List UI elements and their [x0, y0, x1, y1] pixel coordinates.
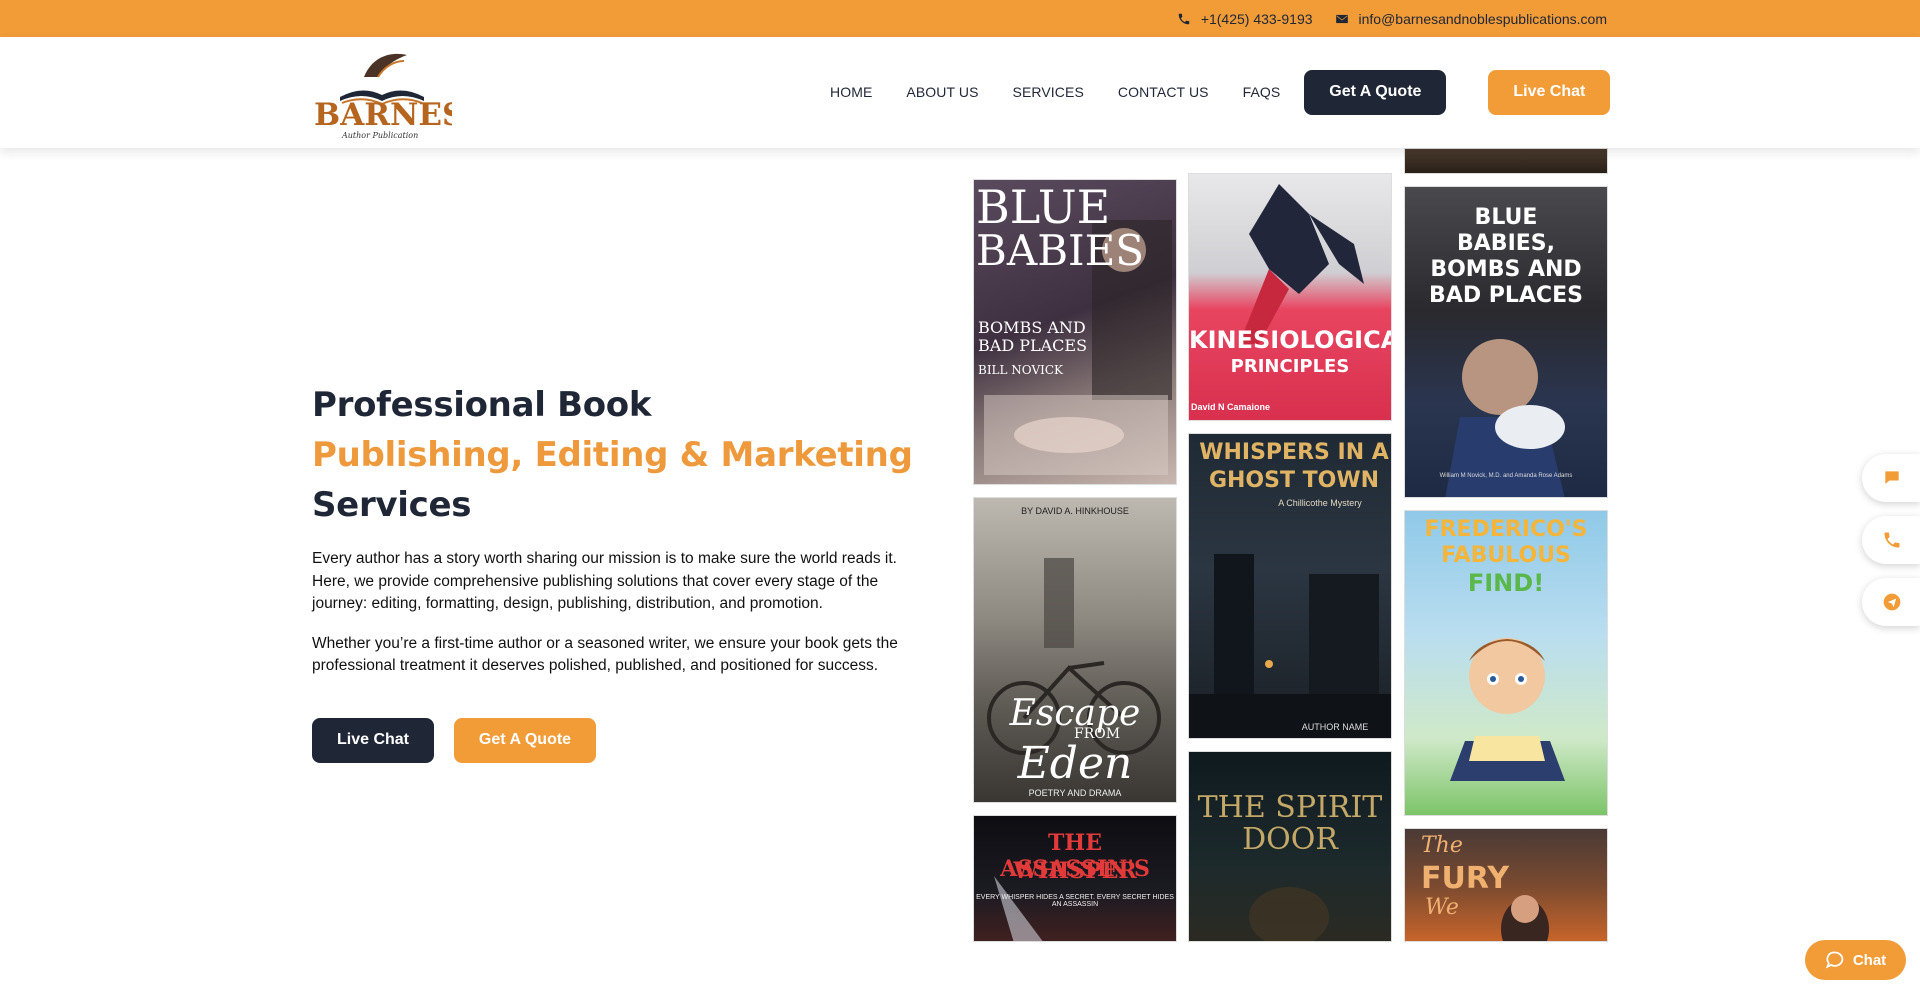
phone-number: +1(425) 433-9193 [1200, 10, 1313, 27]
book-cover-whispers-in-a-ghost-town[interactable]: WHISPERS IN A GHOST TOWN A Chillicothe M… [1188, 433, 1392, 739]
nav-services[interactable]: SERVICES [1013, 84, 1084, 100]
book-cover-assassins-whisper[interactable]: THE ASSASSIN'S WHISPER EVERY WHISPER HID… [973, 815, 1177, 942]
nav-about-us[interactable]: ABOUT US [906, 84, 978, 100]
main-navigation: HOME ABOUT US SERVICES CONTACT US FAQS G… [830, 69, 1611, 115]
book-cover-the-spirit-door[interactable]: THE SPIRIT DOOR [1188, 751, 1392, 942]
nav-home[interactable]: HOME [830, 84, 872, 100]
topbar-email[interactable]: info@barnesandnoblespublications.com [1335, 11, 1607, 27]
envelope-icon [1335, 14, 1348, 23]
floating-contact-widgets [1862, 454, 1920, 640]
nav-faqs[interactable]: FAQS [1243, 84, 1281, 100]
hero-section: Professional Book Publishing, Editing & … [312, 380, 932, 763]
chat-bubble-icon [1825, 951, 1844, 969]
svg-text:Author Publication: Author Publication [341, 131, 418, 140]
cover-art [1239, 184, 1364, 344]
hero-paragraph-1: Every author has a story worth sharing o… [312, 550, 897, 612]
book-cover-fredericos-fabulous-find[interactable]: FREDERICO'S FABULOUS FIND! [1404, 510, 1608, 816]
topbar-phone[interactable]: +1(425) 433-9193 [1177, 11, 1313, 27]
hero-paragraph-2: Whether you’re a first-time author or a … [312, 634, 898, 675]
book-cover-partial-top[interactable] [1404, 148, 1608, 174]
logo-graphic: BARNES Author Publication [314, 53, 464, 140]
site-logo[interactable]: BARNES Author Publication [312, 49, 464, 141]
nav-contact-us[interactable]: CONTACT US [1118, 84, 1209, 100]
svg-text:BARNES: BARNES [314, 97, 452, 133]
book-cover-kinesiological-principles[interactable]: KINESIOLOGICAL PRINCIPLES David N Camaio… [1188, 173, 1392, 421]
chat-bubble-icon [1885, 471, 1899, 484]
book-cover-blue-babies[interactable]: BLUE BABIES BOMBS AND BAD PLACES BILL NO… [973, 179, 1177, 485]
book-cover-escape-from-eden[interactable]: BY DAVID A. HINKHOUSE Escape FROM Eden P… [973, 497, 1177, 803]
book-cover-blue-babies-bombs-bad-places[interactable]: BLUE BABIES, BOMBS AND BAD PLACES Willia… [1404, 186, 1608, 498]
hero-buttons: Live Chat Get A Quote [312, 717, 932, 763]
hero-title-line3: Services [312, 485, 472, 525]
book-cover-the-fury[interactable]: The FURY We [1404, 828, 1608, 942]
hero-title-line1: Professional Book [312, 385, 652, 425]
floating-chat-button[interactable] [1862, 454, 1920, 502]
floating-send-button[interactable] [1862, 578, 1920, 626]
top-contact-bar: +1(425) 433-9193 info@barnesandnoblespub… [0, 0, 1920, 37]
hero-live-chat-button[interactable]: Live Chat [312, 717, 434, 763]
phone-icon [1178, 13, 1190, 24]
book-covers-gallery: BLUE BABIES BOMBS AND BAD PLACES BILL NO… [973, 148, 1608, 942]
hero-get-quote-button[interactable]: Get A Quote [454, 717, 596, 763]
hero-title-accent: Publishing, Editing & Marketing [312, 435, 913, 475]
header-get-quote-button[interactable]: Get A Quote [1304, 69, 1447, 115]
floating-phone-button[interactable] [1862, 516, 1920, 564]
site-header: BARNES Author Publication HOME ABOUT US … [0, 37, 1920, 148]
hero-title: Professional Book Publishing, Editing & … [312, 380, 932, 530]
live-chat-widget[interactable]: Chat [1805, 940, 1906, 980]
email-address: info@barnesandnoblespublications.com [1358, 10, 1607, 27]
chat-widget-label: Chat [1852, 951, 1887, 969]
paper-plane-icon [1883, 593, 1901, 611]
phone-icon [1884, 532, 1900, 548]
header-live-chat-button[interactable]: Live Chat [1488, 69, 1611, 115]
